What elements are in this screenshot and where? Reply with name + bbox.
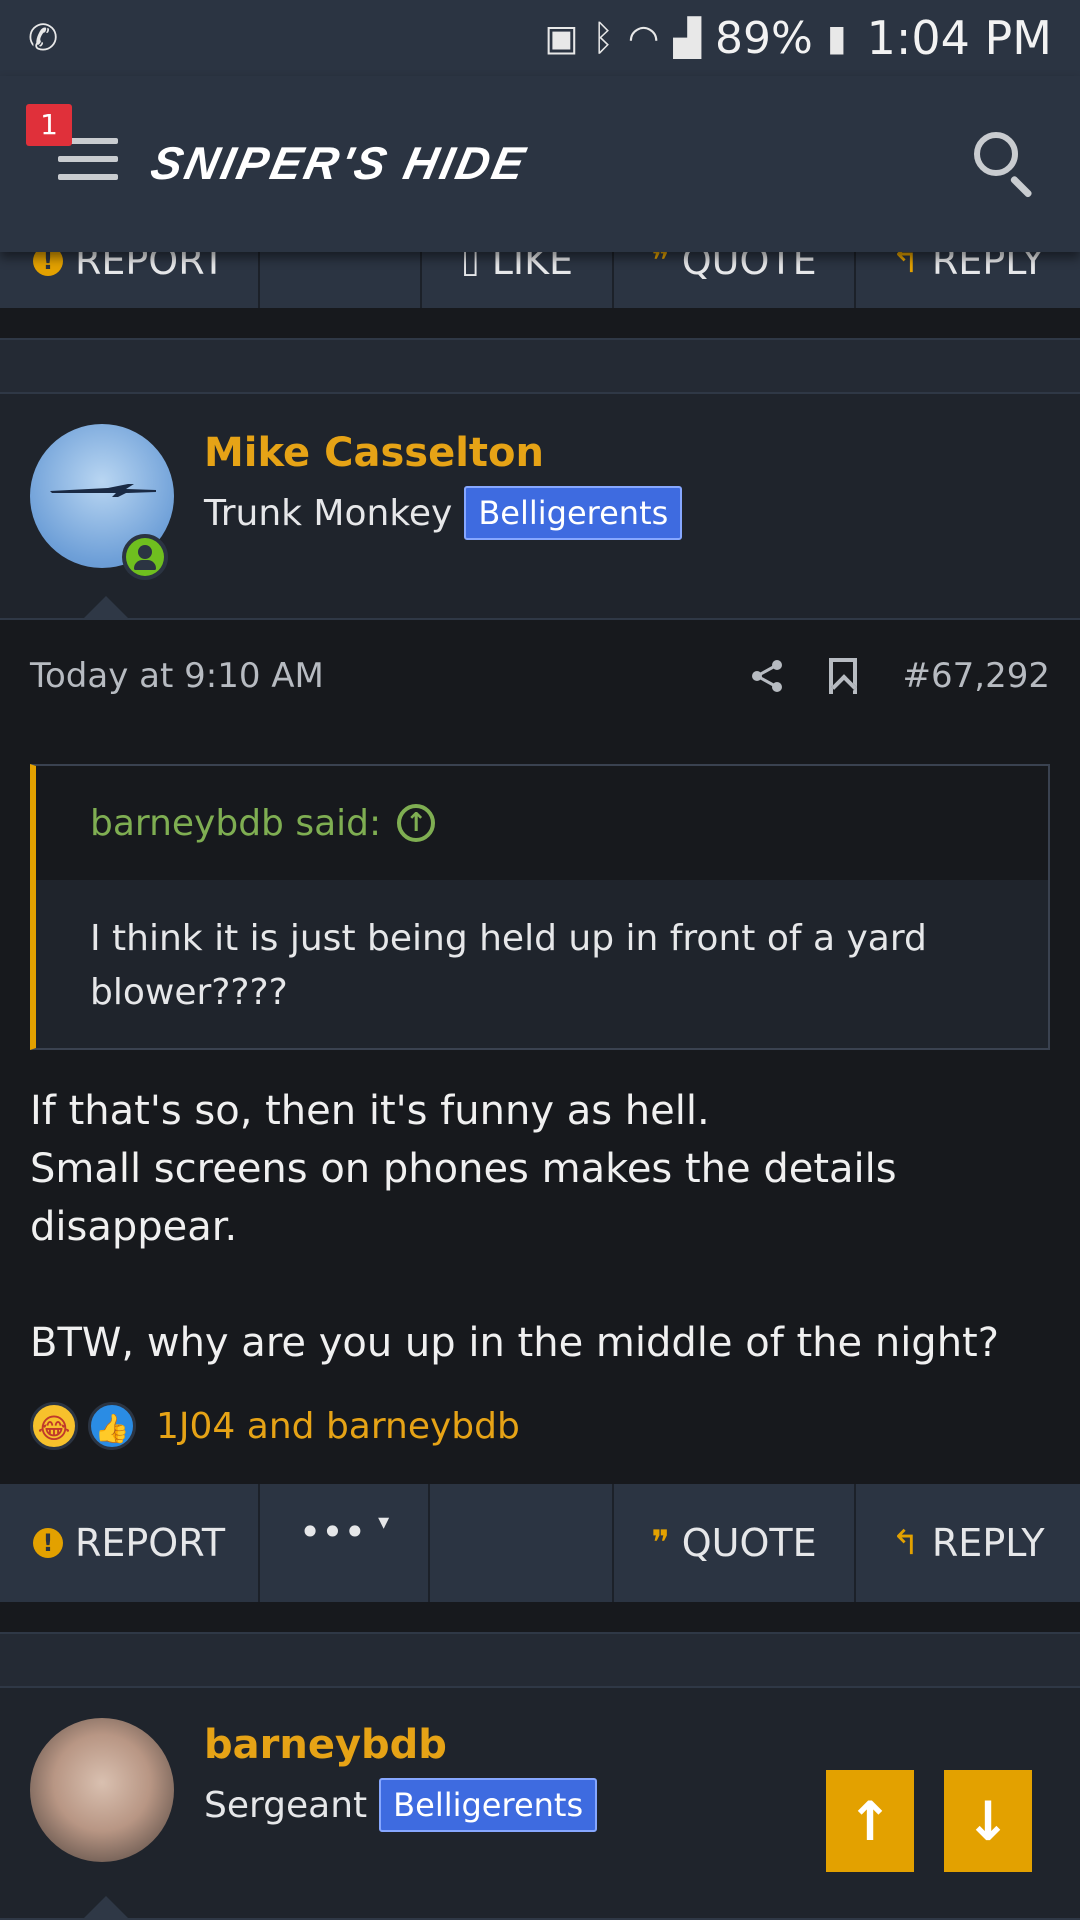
arrow-down-icon: ↓ [965,1789,1011,1853]
quote-label: QUOTE [681,1521,817,1565]
jump-to-quote-icon[interactable]: ↑ [397,804,436,842]
user-title: Sergeant Belligerents [204,1778,598,1832]
quote-author: barneybdb said: [90,802,382,844]
warning-icon: ! [32,1528,63,1558]
notification-badge[interactable]: 1 [26,104,72,146]
user-rank: Trunk Monkey [204,492,453,534]
post-body-line: Small screens on phones makes the detail… [30,1146,897,1250]
jet-image [50,484,156,497]
empty-action-slot [430,1484,614,1602]
post-body-line: BTW, why are you up in the middle of the… [30,1320,999,1366]
report-label: REPORT [74,1521,226,1565]
user-title: Trunk Monkey Belligerents [204,486,683,540]
wifi-icon: ◠ [627,17,660,59]
next-post-user-header: barneybdb Sergeant Belligerents [0,1688,1080,1920]
site-logo[interactable]: SNIPER'S HIDE [146,136,532,190]
reactions-bar[interactable]: 😂 👍 1J04 and barneybdb [30,1402,520,1450]
user-rank: Sergeant [204,1784,368,1826]
battery-percent: 89% [715,12,813,64]
post-separator [0,1602,1080,1632]
user-badge: Belligerents [379,1778,598,1832]
more-options-button[interactable]: ••• ▾ [260,1484,430,1602]
laugh-reaction-icon: 😂 [30,1402,78,1450]
arrow-up-icon: ↑ [847,1789,893,1853]
app-header: 1 SNIPER'S HIDE [0,76,1080,252]
share-icon[interactable] [749,658,785,694]
quote-icon: ❞ [651,1523,670,1563]
bluetooth-icon: ᛒ [592,17,614,59]
post-timestamp[interactable]: Today at 9:10 AM [30,656,749,696]
more-options-label: ••• [298,1510,367,1554]
post-pointer [82,1896,130,1920]
post-action-bar: ! REPORT ••• ▾ ❞ QUOTE ↰ REPLY [0,1484,1080,1602]
quote-text: I think it is just being held up in fron… [90,918,927,1013]
reply-icon: ↰ [891,1523,920,1563]
username[interactable]: Mike Casselton [204,430,544,476]
reply-label: REPLY [931,1521,1045,1565]
chevron-down-icon: ▾ [378,1510,390,1535]
battery-saver-icon: ▣ [544,17,579,59]
scroll-to-top-button[interactable]: ↑ [826,1770,914,1872]
quote-button[interactable]: ❞ QUOTE [614,1484,856,1602]
post-meta: Today at 9:10 AM #67,292 [0,626,1080,726]
battery-icon: ▮ [826,17,847,59]
quote-header[interactable]: barneybdb said: ↑ [36,766,1048,880]
signal-icon: ▟ [673,17,702,59]
reply-button[interactable]: ↰ REPLY [856,1484,1080,1602]
post-body-line: If that's so, then it's funny as hell. [30,1088,710,1134]
post-pointer [82,596,130,620]
reactions-users[interactable]: 1J04 and barneybdb [156,1406,520,1447]
clock: 1:04 PM [866,11,1052,65]
post-number[interactable]: #67,292 [903,656,1050,696]
post-divider [0,1632,1080,1688]
post-divider [0,338,1080,394]
like-reaction-icon: 👍 [88,1402,136,1450]
quote-block: barneybdb said: ↑ I think it is just bei… [30,764,1050,1050]
username[interactable]: barneybdb [204,1722,447,1768]
post-body: If that's so, then it's funny as hell. S… [30,1082,1050,1372]
post-separator [0,308,1080,338]
scroll-to-bottom-button[interactable]: ↓ [944,1770,1032,1872]
report-button[interactable]: ! REPORT [0,1484,260,1602]
avatar[interactable] [30,1718,174,1862]
online-status-icon [122,534,168,580]
post-user-header: Mike Casselton Trunk Monkey Belligerents [0,394,1080,620]
status-bar: ✆ ▣ ᛒ ◠ ▟ 89% ▮ 1:04 PM [0,0,1080,76]
wifi-calling-icon: ✆ [28,17,59,59]
search-icon[interactable] [974,132,1038,199]
bookmark-icon[interactable] [828,658,857,694]
user-badge: Belligerents [464,486,683,540]
